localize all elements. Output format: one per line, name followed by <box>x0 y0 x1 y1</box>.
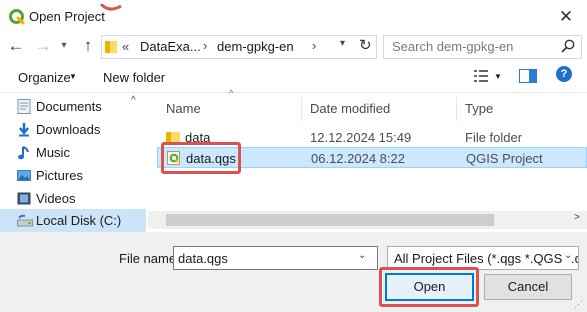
qgis-logo-icon <box>9 9 25 25</box>
file-name-input[interactable] <box>173 246 378 270</box>
sidebar-item-label: Pictures <box>36 168 83 183</box>
file-date: 12.12.2024 15:49 <box>310 130 412 145</box>
up-button[interactable]: ↑ <box>79 34 97 58</box>
new-folder-button[interactable]: New folder <box>103 70 165 85</box>
sidebar-item-downloads[interactable]: Downloads <box>0 118 146 141</box>
breadcrumb-separator[interactable]: › <box>312 38 316 53</box>
breadcrumb-dataexa[interactable]: DataExa... <box>140 39 201 54</box>
column-divider[interactable] <box>456 97 457 121</box>
scroll-right-icon[interactable]: > <box>574 212 580 223</box>
downloads-icon <box>17 122 31 137</box>
column-divider[interactable] <box>301 97 302 121</box>
documents-icon <box>17 99 31 114</box>
preview-pane-icon[interactable] <box>519 69 537 83</box>
file-name-label: File name: <box>119 251 180 266</box>
sort-ascending-icon: ^ <box>229 88 234 98</box>
forward-button[interactable]: → <box>34 34 52 58</box>
file-type: File folder <box>465 130 523 145</box>
folder-icon <box>104 39 118 55</box>
view-caret-icon[interactable]: ▼ <box>494 72 502 81</box>
pictures-icon <box>17 168 31 183</box>
search-icon[interactable] <box>560 38 576 54</box>
file-type-dropdown-icon[interactable]: ⌄ <box>564 250 573 261</box>
videos-icon <box>17 191 31 206</box>
sidebar-item-documents[interactable]: Documents <box>0 95 146 118</box>
breadcrumb-separator[interactable]: › <box>203 38 207 53</box>
column-header-name[interactable]: Name <box>166 101 201 116</box>
back-button[interactable]: ← <box>7 34 25 58</box>
annotation-highlight-file <box>161 142 241 174</box>
sidebar-item-label: Videos <box>36 191 76 206</box>
sidebar-item-local-disk[interactable]: Local Disk (C:) <box>0 209 146 232</box>
music-icon <box>17 145 31 160</box>
dialog-footer <box>0 232 587 312</box>
sidebar-item-label: Downloads <box>36 122 101 137</box>
cancel-button[interactable]: Cancel <box>484 274 572 300</box>
address-dropdown-icon[interactable]: ▾ <box>340 38 345 49</box>
refresh-button[interactable]: ↻ <box>359 36 372 54</box>
organize-button[interactable]: Organize <box>18 70 71 85</box>
file-date: 06.12.2024 8:22 <box>311 151 405 166</box>
view-options-icon[interactable] <box>473 68 489 84</box>
organize-caret-icon[interactable]: ▼ <box>69 72 77 81</box>
breadcrumb-dem-gpkg-en[interactable]: dem-gpkg-en <box>217 39 294 54</box>
annotation-highlight-open <box>379 267 479 307</box>
column-header-date-modified[interactable]: Date modified <box>310 101 390 116</box>
file-name-dropdown-icon[interactable]: ⌄ <box>358 250 366 261</box>
sidebar-item-music[interactable]: Music <box>0 141 146 164</box>
scrollbar-thumb[interactable] <box>166 214 494 226</box>
sidebar-item-videos[interactable]: Videos <box>0 187 146 210</box>
local-disk-icon <box>17 213 33 228</box>
sidebar-item-pictures[interactable]: Pictures <box>0 164 146 187</box>
annotation-stroke <box>99 0 123 11</box>
address-overflow[interactable]: « <box>122 39 129 54</box>
sidebar-item-label: Documents <box>36 99 102 114</box>
window-title: Open Project <box>29 9 105 24</box>
sidebar-item-label: Music <box>36 145 70 160</box>
resize-grip-icon[interactable]: ⋰ <box>574 299 583 310</box>
column-header-type[interactable]: Type <box>465 101 493 116</box>
file-type: QGIS Project <box>466 151 543 166</box>
sidebar-item-label: Local Disk (C:) <box>36 213 122 228</box>
help-icon[interactable]: ? <box>556 66 572 82</box>
recent-locations-button[interactable]: ▾ <box>55 34 73 58</box>
close-button[interactable]: ✕ <box>553 6 579 28</box>
search-placeholder: Search dem-gpkg-en <box>392 39 514 54</box>
